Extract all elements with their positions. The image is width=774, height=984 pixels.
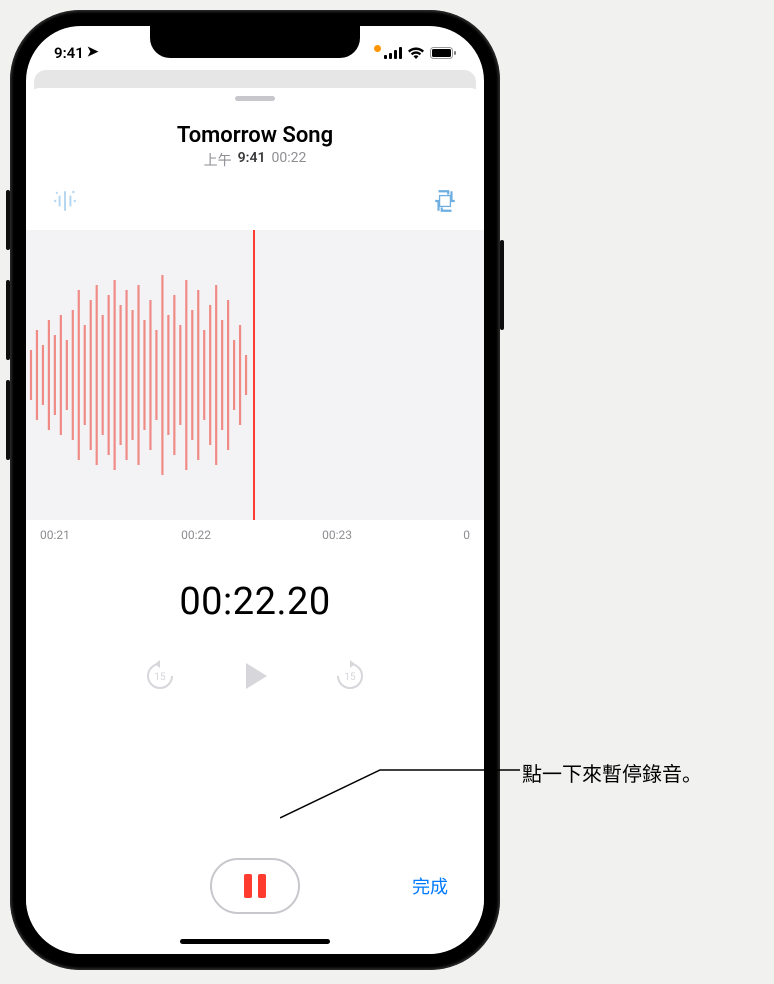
pause-button[interactable]: [210, 858, 300, 914]
recording-indicator-dot: [374, 45, 381, 52]
svg-text:15: 15: [154, 672, 166, 683]
playhead[interactable]: [253, 230, 255, 520]
timeline-ticks: 00:21 00:22 00:23 0: [26, 520, 484, 542]
waveform: [26, 230, 484, 520]
callout-text: 點一下來暫停錄音。: [522, 760, 702, 788]
status-time: 9:41: [54, 44, 84, 62]
wifi-icon: [407, 47, 425, 59]
playback-controls: 15 15: [143, 658, 367, 694]
recording-subtitle: 上午 9:41 00:22: [204, 150, 307, 170]
forward-15-button[interactable]: 15: [333, 659, 367, 693]
play-button[interactable]: [237, 658, 273, 694]
home-indicator[interactable]: [180, 939, 330, 944]
trim-button[interactable]: [432, 188, 458, 218]
waveform-area[interactable]: 00:21 00:22 00:23 0: [26, 230, 484, 542]
notch: [150, 26, 360, 58]
callout-line: [280, 768, 520, 828]
battery-icon: [430, 47, 456, 59]
recording-title: Tomorrow Song: [177, 123, 333, 148]
back-15-button[interactable]: 15: [143, 659, 177, 693]
done-button[interactable]: 完成: [412, 873, 448, 899]
cellular-icon: [384, 47, 402, 59]
location-icon: ➤: [87, 44, 99, 60]
elapsed-time: 00:22.20: [179, 580, 330, 624]
enhance-button[interactable]: [52, 188, 78, 218]
svg-text:15: 15: [344, 672, 356, 683]
pause-icon: [244, 874, 266, 898]
